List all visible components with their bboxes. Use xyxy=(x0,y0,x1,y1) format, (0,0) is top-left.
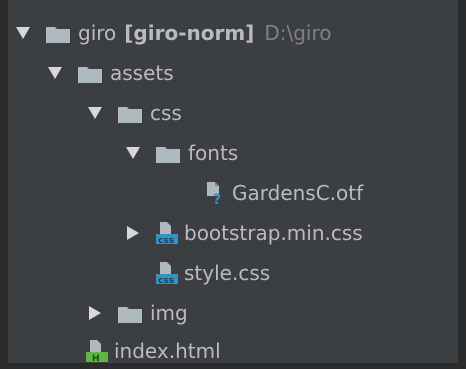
folder-name-fonts: fonts xyxy=(188,141,239,165)
expand-arrow-right-icon[interactable] xyxy=(88,306,102,320)
svg-text:H: H xyxy=(92,354,100,363)
tree-node-fonts[interactable]: fonts xyxy=(126,138,238,168)
file-name-gardensc: GardensC.otf xyxy=(232,181,364,205)
expand-arrow-down-icon[interactable] xyxy=(16,26,30,40)
tree-node-index-html[interactable]: H index.html xyxy=(86,336,221,366)
expand-arrow-down-icon[interactable] xyxy=(48,66,62,80)
project-tree-panel: giro [giro-norm] D:\giro assets css font… xyxy=(0,0,466,369)
folder-icon xyxy=(118,304,142,323)
folder-icon xyxy=(78,64,102,83)
tree-node-css[interactable]: css xyxy=(88,98,182,128)
svg-text:?: ? xyxy=(213,192,221,205)
css-file-icon: css xyxy=(156,221,178,246)
file-name-bootstrap: bootstrap.min.css xyxy=(184,221,363,245)
folder-name-img: img xyxy=(150,301,188,325)
svg-text:css: css xyxy=(158,236,174,245)
tree-node-root[interactable]: giro [giro-norm] D:\giro xyxy=(16,18,331,48)
tree-node-img[interactable]: img xyxy=(88,298,188,328)
folder-name-assets: assets xyxy=(110,61,174,85)
folder-icon xyxy=(46,24,70,43)
tree-node-gardensc-otf[interactable]: ? GardensC.otf xyxy=(204,178,363,208)
folder-icon xyxy=(156,144,180,163)
tree-node-style-css[interactable]: css style.css xyxy=(156,258,270,288)
folder-icon xyxy=(118,104,142,123)
file-name-style: style.css xyxy=(184,261,271,285)
expand-arrow-right-icon[interactable] xyxy=(126,226,140,240)
root-folder-name: giro xyxy=(78,21,117,45)
svg-text:css: css xyxy=(158,276,174,285)
tree-node-bootstrap-min-css[interactable]: css bootstrap.min.css xyxy=(126,218,363,248)
module-name: [giro-norm] xyxy=(124,21,255,45)
html-file-icon: H xyxy=(86,339,108,364)
root-path: D:\giro xyxy=(264,21,332,45)
unknown-file-icon: ? xyxy=(204,181,226,208)
css-file-icon: css xyxy=(156,261,178,286)
tree-node-assets[interactable]: assets xyxy=(48,58,174,88)
folder-name-css: css xyxy=(150,101,182,125)
file-name-index: index.html xyxy=(114,339,221,363)
expand-arrow-down-icon[interactable] xyxy=(88,106,102,120)
expand-arrow-down-icon[interactable] xyxy=(126,146,140,160)
